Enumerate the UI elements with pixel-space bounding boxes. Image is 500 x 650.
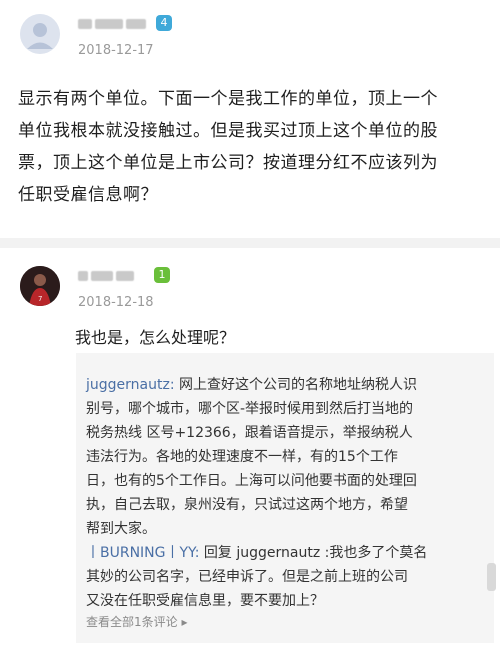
reply-line: 日，也有的5个工作日。上海可以问他要书面的处理回 — [86, 473, 417, 489]
section-divider — [0, 238, 500, 248]
level-badge: 1 — [154, 267, 170, 283]
comment-date: 2018-12-17 — [78, 43, 154, 58]
comment-date: 2018-12-18 — [78, 295, 154, 310]
level-badge: 4 — [156, 15, 172, 31]
reply-username[interactable]: 丨BURNING丨YY: — [86, 545, 199, 561]
reply-thread: juggernautz: 网上查好这个公司的名称地址纳税人识 别号，哪个城市，哪… — [76, 353, 494, 643]
reply-line: 其妙的公司名字，已经申诉了。但是之前上班的公司 — [86, 569, 408, 585]
reply-line: 丨BURNING丨YY: 回复 juggernautz :我也多了个莫名 — [86, 541, 427, 565]
reply-line: juggernautz: 网上查好这个公司的名称地址纳税人识 — [86, 373, 417, 397]
reply-line: 税务热线 区号+12366，跟着语音提示，举报纳税人 — [86, 425, 413, 441]
scrollbar-thumb[interactable] — [487, 563, 496, 591]
comment-line: 单位我根本就没接触过。但是我买过顶上这个单位的股 — [18, 121, 438, 141]
comment-line: 任职受雇信息啊？ — [18, 185, 158, 205]
reply-line: 执，自己去取，泉州没有，只试过这两个地方，希望 — [86, 497, 408, 513]
comment-body: 我也是，怎么处理呢？ — [75, 328, 236, 347]
reply-username[interactable]: juggernautz: — [86, 377, 175, 393]
reply-text: 回复 juggernautz :我也多了个莫名 — [199, 545, 428, 561]
username-blurred[interactable] — [78, 14, 149, 32]
user-avatar-icon[interactable]: 7 — [20, 266, 60, 306]
reply-line: 帮到大家。 — [86, 521, 156, 537]
username-blurred[interactable] — [78, 266, 137, 284]
comment-line: 票，顶上这个单位是上市公司？按道理分红不应该列为 — [18, 153, 438, 173]
reply-line: 违法行为。各地的处理速度不一样，有的15个工作 — [86, 449, 398, 465]
reply-line: 又没在任职受雇信息里，要不要加上？ — [86, 593, 324, 609]
comment-body: 显示有两个单位。下面一个是我工作的单位，顶上一个 单位我根本就没接触过。但是我买… — [18, 83, 488, 211]
svg-text:7: 7 — [38, 295, 42, 303]
comment-line: 显示有两个单位。下面一个是我工作的单位，顶上一个 — [18, 89, 438, 109]
default-avatar-icon[interactable] — [20, 14, 60, 54]
reply-line: 别号，哪个城市，哪个区-举报时候用到然后打当地的 — [86, 401, 414, 417]
view-all-comments-link[interactable]: 查看全部1条评论 ▸ — [86, 613, 187, 630]
reply-text: 网上查好这个公司的名称地址纳税人识 — [174, 377, 417, 393]
